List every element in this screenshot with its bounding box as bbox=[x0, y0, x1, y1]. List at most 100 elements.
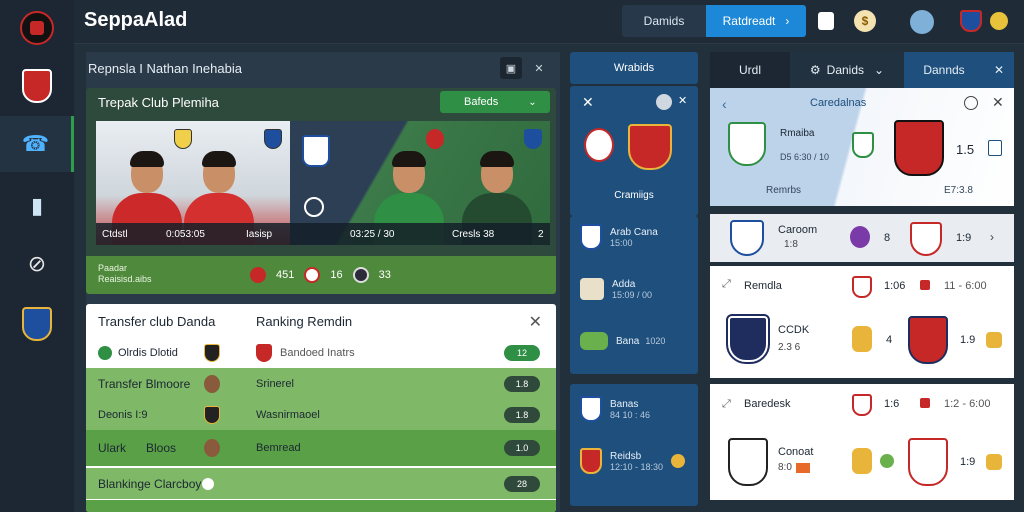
tile-info-bar: 03:25 / 30 Cresls 38 2 bbox=[290, 223, 550, 245]
score-2: 16 bbox=[330, 269, 343, 281]
odds-a[interactable]: 4 bbox=[886, 334, 892, 346]
clock-icon[interactable] bbox=[964, 96, 978, 110]
rail-item-stats[interactable]: ▮ bbox=[0, 178, 74, 234]
row-pill[interactable]: 12 bbox=[504, 344, 540, 361]
table-row[interactable]: Blankinge Clarcboy 28 bbox=[86, 468, 556, 499]
bookmark-icon[interactable] bbox=[988, 140, 1002, 156]
club-crest-icon bbox=[728, 438, 768, 486]
close-icon[interactable]: ✕ bbox=[529, 312, 542, 332]
item-title: Banas bbox=[610, 398, 639, 410]
rail-item-slash[interactable]: ⊘ bbox=[0, 236, 74, 292]
list-item[interactable]: Arab Cana 15:00 bbox=[580, 224, 658, 250]
club-crest-icon bbox=[580, 224, 602, 250]
match-card[interactable]: ⤢ Baredesk 1:6 1:2 - 6:00 Conoat 8:0 1:9 bbox=[710, 384, 1014, 500]
banner-caption: Remrbs bbox=[766, 185, 802, 196]
mid-block-2: Arab Cana 15:00 Adda 15:09 / 00 Bana 1020 bbox=[570, 216, 698, 374]
refresh-icon[interactable] bbox=[656, 94, 672, 110]
tile-left-label: Ctdstl bbox=[102, 228, 128, 240]
club-badge-icon bbox=[250, 267, 266, 283]
chevron-right-icon[interactable]: › bbox=[990, 230, 994, 244]
featured-match-card[interactable]: ‹ Caredalnas ✕ Rmaiba D5 6:30 / 10 Remrb… bbox=[710, 88, 1014, 206]
expand-icon[interactable]: ⤢ bbox=[722, 398, 731, 411]
info-dot-icon bbox=[202, 477, 214, 490]
tile-right-time: 03:25 / 30 bbox=[350, 228, 395, 240]
rail-club-crest-top[interactable] bbox=[0, 0, 74, 56]
club-crest-icon bbox=[580, 448, 602, 474]
back-icon[interactable]: ‹ bbox=[722, 96, 727, 112]
list-item[interactable]: Banas 84 10 : 46 bbox=[580, 396, 650, 422]
match-tile-left[interactable]: Ctdstl 0:053:05 Iasisp bbox=[96, 121, 290, 245]
list-item[interactable]: Bana 1020 bbox=[580, 332, 665, 350]
top-bar: SeppaAlad Damids Ratdreadt › $ bbox=[74, 0, 1024, 44]
odds-b[interactable]: 1:2 - 6:00 bbox=[944, 398, 990, 410]
play-icon[interactable] bbox=[304, 197, 324, 217]
transfer-title: Transfer club Danda bbox=[98, 314, 216, 329]
club-crest-icon bbox=[852, 132, 874, 158]
club-crest-icon-top[interactable] bbox=[960, 10, 982, 32]
segment-ratdreadt[interactable]: Ratdreadt › bbox=[706, 5, 806, 37]
match-row[interactable]: Caroom 1:8 8 1:9 › bbox=[710, 214, 1014, 262]
table-row[interactable]: Deonis I:9 Wasnirmaoel 1.8 bbox=[86, 399, 556, 430]
tile-right-label: Cresls 38 bbox=[452, 228, 495, 240]
close-icon[interactable]: ✕ bbox=[992, 94, 1004, 111]
row-pill[interactable]: 1.8 bbox=[504, 375, 540, 392]
match-card[interactable]: ⤢ Remdla 1:06 11 - 6:00 CCDK 2.3 6 4 1.9 bbox=[710, 266, 1014, 378]
odds-a[interactable]: 1:06 bbox=[884, 280, 905, 292]
odds-a[interactable]: 1:6 bbox=[884, 398, 899, 410]
row-left: Olrdis Dlotid bbox=[118, 346, 178, 359]
team-name: CCDK bbox=[778, 324, 810, 336]
document-icon[interactable] bbox=[818, 12, 834, 30]
segment-damids[interactable]: Damids bbox=[622, 5, 706, 37]
transfer-panel: Transfer club Danda Ranking Remdin ✕ Olr… bbox=[86, 304, 556, 512]
list-item[interactable]: Reidsb 12:10 - 18:30 bbox=[580, 448, 686, 474]
row-pill[interactable]: 1.0 bbox=[504, 440, 540, 456]
row-pill[interactable]: 1.8 bbox=[504, 406, 540, 423]
close-icon[interactable]: ✕ bbox=[528, 57, 550, 79]
team-sub-wrap: 8:0 bbox=[778, 462, 810, 473]
table-row[interactable]: Ulark Bloos Bemread 1.0 bbox=[86, 430, 556, 466]
banner-title: Caredalnas bbox=[810, 97, 867, 109]
tab-danids[interactable]: ⚙ Danids ⌄ bbox=[790, 52, 904, 88]
camera-icon[interactable]: ▣ bbox=[500, 57, 522, 79]
club-crest-icon bbox=[264, 129, 282, 149]
table-row[interactable]: Transfer Blmoore Srinerel 1.8 bbox=[86, 368, 556, 399]
match-tile-right[interactable]: 03:25 / 30 Cresls 38 2 bbox=[290, 121, 550, 245]
odds-b[interactable]: 11 - 6:00 bbox=[944, 280, 987, 292]
club-badge-icon bbox=[852, 448, 872, 474]
tab-urdl[interactable]: Urdl bbox=[710, 52, 790, 88]
expand-icon[interactable]: ⤢ bbox=[722, 278, 731, 291]
tile-left-time: 0:053:05 bbox=[166, 228, 205, 240]
tab-dannds[interactable]: Dannds bbox=[904, 52, 984, 88]
gold-coin-icon[interactable] bbox=[986, 332, 1002, 348]
feature-tag[interactable]: Bafeds ⌄ bbox=[440, 91, 550, 113]
odds-b[interactable]: 1:9 bbox=[956, 232, 971, 244]
close-icon[interactable]: ✕ bbox=[678, 94, 687, 107]
row-divider bbox=[86, 500, 556, 512]
rail-item-calls[interactable]: ☎ bbox=[0, 116, 74, 172]
close-icon[interactable]: ✕ bbox=[984, 52, 1014, 88]
feature-tag-label: Bafeds bbox=[464, 96, 499, 108]
odds-a[interactable]: 8 bbox=[884, 232, 890, 244]
main-panel: Repnsla I Nathan Inehabia ▣ ✕ Trepak Clu… bbox=[86, 52, 560, 512]
club-crest-icon bbox=[910, 222, 942, 256]
odds-b[interactable]: 1.9 bbox=[960, 334, 975, 346]
club-crest-icon bbox=[256, 343, 272, 362]
row-left: Blankinge Clarcboy bbox=[98, 476, 202, 491]
rail-club-crest-blue[interactable] bbox=[0, 296, 74, 352]
close-icon[interactable]: ✕ bbox=[582, 94, 594, 111]
gold-coin-icon[interactable] bbox=[990, 12, 1008, 30]
team-sub: 2.3 6 bbox=[778, 342, 801, 353]
club-crest-icon bbox=[908, 316, 948, 364]
table-row[interactable]: Olrdis Dlotid Bandoed Inatrs 12 bbox=[86, 337, 556, 368]
item-title: Reidsb bbox=[610, 450, 642, 462]
list-item[interactable]: Adda 15:09 / 00 bbox=[580, 278, 652, 300]
coin-icon[interactable]: $ bbox=[854, 10, 876, 32]
avatar[interactable] bbox=[910, 10, 934, 34]
odds-b[interactable]: 1:9 bbox=[960, 456, 975, 468]
club-badge-icon bbox=[852, 326, 872, 352]
row-pill[interactable]: 28 bbox=[504, 475, 540, 492]
feature-card[interactable]: Trepak Club Plemiha Bafeds ⌄ Ctdstl 0:05… bbox=[86, 88, 556, 294]
rail-club-crest[interactable] bbox=[0, 58, 74, 114]
gold-coin-icon[interactable] bbox=[986, 454, 1002, 470]
mid-header[interactable]: Wrabids bbox=[570, 52, 698, 84]
